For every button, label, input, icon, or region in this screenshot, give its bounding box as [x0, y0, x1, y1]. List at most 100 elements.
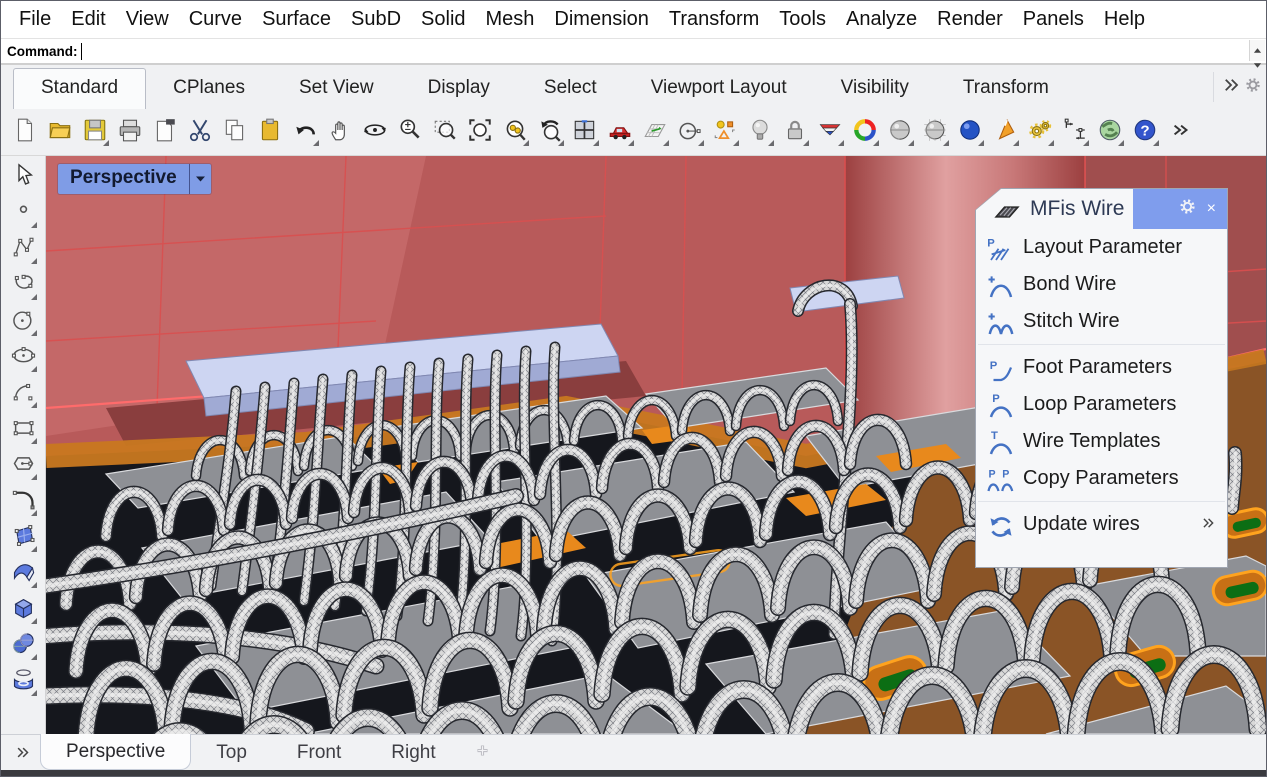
more-button[interactable]	[1166, 118, 1194, 146]
zoom-button[interactable]	[396, 118, 424, 146]
circle-radius-button[interactable]	[676, 118, 704, 146]
new-file-button[interactable]	[11, 118, 39, 146]
paste-button[interactable]	[256, 118, 284, 146]
menu-item-dimension[interactable]: Dimension	[544, 5, 658, 34]
sidebar-more-chevron-icon[interactable]	[13, 735, 40, 770]
zoom-extents-button[interactable]	[466, 118, 494, 146]
panel-close-icon[interactable]: ×	[1205, 199, 1218, 219]
panel-item-stitch-wire[interactable]: Stitch Wire	[976, 303, 1227, 340]
arc-tool-button[interactable]	[9, 380, 37, 408]
panel-item-update-wires[interactable]: Update wires	[976, 506, 1227, 543]
menu-item-render[interactable]: Render	[927, 5, 1013, 34]
lamp-button[interactable]	[746, 118, 774, 146]
view-undo-button[interactable]	[536, 118, 564, 146]
viewport-tab-perspective[interactable]: Perspective	[40, 734, 191, 770]
toolbar-tab-cplanes[interactable]: CPlanes	[146, 69, 272, 109]
undo-button[interactable]	[291, 118, 319, 146]
render-shaded-button[interactable]	[956, 118, 984, 146]
viewport-perspective[interactable]: Perspective MFis Wire ×	[46, 156, 1266, 734]
copy-button[interactable]	[221, 118, 249, 146]
select-tool-button[interactable]	[9, 164, 37, 192]
toolbar-tab-set-view[interactable]: Set View	[272, 69, 401, 109]
toolbar-tab-visibility[interactable]: Visibility	[814, 69, 936, 109]
circle-tool-button[interactable]	[9, 308, 37, 336]
earth-button[interactable]	[1096, 118, 1124, 146]
panel-item-loop-parameters[interactable]: P Loop Parameters	[976, 386, 1227, 423]
menu-item-tools[interactable]: Tools	[769, 5, 836, 34]
menu-item-solid[interactable]: Solid	[411, 5, 475, 34]
curve-interpolate-tool-button[interactable]	[9, 272, 37, 300]
menu-item-help[interactable]: Help	[1094, 5, 1155, 34]
render-grid-button[interactable]	[921, 118, 949, 146]
spotlight-button[interactable]	[991, 118, 1019, 146]
menu-item-curve[interactable]: Curve	[179, 5, 252, 34]
panel-item-foot-parameters[interactable]: P Foot Parameters	[976, 349, 1227, 386]
menu-item-panels[interactable]: Panels	[1013, 5, 1094, 34]
tab-overflow-chevron-icon[interactable]	[1222, 76, 1240, 99]
viewport-layout-button[interactable]	[571, 118, 599, 146]
help-button[interactable]: ?	[1131, 118, 1159, 146]
menu-item-view[interactable]: View	[116, 5, 179, 34]
viewport-tab-right[interactable]: Right	[366, 735, 460, 770]
menu-item-surface[interactable]: Surface	[252, 5, 341, 34]
point-tool-button[interactable]	[9, 200, 37, 228]
spin-down-icon[interactable]	[1253, 57, 1262, 72]
rectangle-tool-button[interactable]	[9, 416, 37, 444]
revolve-tool-button[interactable]	[9, 668, 37, 696]
fillet-tool-button[interactable]	[9, 488, 37, 516]
box-tool-button[interactable]	[9, 596, 37, 624]
named-view-button[interactable]	[606, 118, 634, 146]
surface-curve-tool-button[interactable]	[9, 560, 37, 588]
viewport-tab-front[interactable]: Front	[272, 735, 366, 770]
menu-item-file[interactable]: File	[9, 5, 61, 34]
color-wheel-button[interactable]	[851, 118, 879, 146]
panel-item-flyout-chevron-icon[interactable]	[1201, 513, 1215, 536]
panel-item-layout-parameter[interactable]: P Layout Parameter	[976, 229, 1227, 266]
panel-item-wire-templates[interactable]: T Wire Templates	[976, 423, 1227, 460]
cut-button[interactable]	[186, 118, 214, 146]
viewport-title-dropdown[interactable]	[189, 164, 211, 194]
sphere-tool-button[interactable]	[9, 632, 37, 660]
menu-item-transform[interactable]: Transform	[659, 5, 769, 34]
ellipse-tool-button[interactable]	[9, 344, 37, 372]
toolbar-tab-standard[interactable]: Standard	[13, 68, 146, 109]
surface-corner-tool-button[interactable]	[9, 524, 37, 552]
toolbar-tab-display[interactable]: Display	[401, 69, 517, 109]
zoom-window-button[interactable]	[431, 118, 459, 146]
gumball-button[interactable]	[711, 118, 739, 146]
mfis-wire-panel-header[interactable]: MFis Wire ×	[976, 189, 1227, 229]
open-file-button[interactable]	[46, 118, 74, 146]
layer-state-button[interactable]	[816, 118, 844, 146]
pan-button[interactable]	[326, 118, 354, 146]
viewport-title[interactable]: Perspective	[58, 164, 211, 194]
rotate-view-button[interactable]	[361, 118, 389, 146]
viewport-title-label[interactable]: Perspective	[58, 164, 189, 194]
command-history-spinner[interactable]	[1249, 40, 1265, 61]
tab-settings-gear-icon[interactable]	[1244, 76, 1262, 99]
curve-control-tool-button[interactable]	[9, 236, 37, 264]
menu-item-edit[interactable]: Edit	[61, 5, 115, 34]
spin-up-icon[interactable]	[1253, 42, 1262, 57]
options-button[interactable]	[1026, 118, 1054, 146]
menu-item-subd[interactable]: SubD	[341, 5, 411, 34]
toolbar-tab-viewport-layout[interactable]: Viewport Layout	[624, 69, 814, 109]
zoom-selected-button[interactable]	[501, 118, 529, 146]
render-sphere-button[interactable]	[886, 118, 914, 146]
panel-item-copy-parameters[interactable]: PP Copy Parameters	[976, 460, 1227, 497]
lock-button[interactable]	[781, 118, 809, 146]
panel-gear-icon[interactable]	[1178, 197, 1197, 221]
cplane-button[interactable]	[641, 118, 669, 146]
panel-item-bond-wire[interactable]: Bond Wire	[976, 266, 1227, 303]
command-bar[interactable]: Command:	[1, 38, 1266, 65]
polygon-tool-button[interactable]	[9, 452, 37, 480]
menu-item-analyze[interactable]: Analyze	[836, 5, 927, 34]
toolbar-tab-transform[interactable]: Transform	[936, 69, 1076, 109]
viewport-tab-top[interactable]: Top	[191, 735, 272, 770]
print-button[interactable]	[116, 118, 144, 146]
add-viewport-tab-button[interactable]	[461, 735, 504, 770]
toolbar-tab-select[interactable]: Select	[517, 69, 624, 109]
menu-item-mesh[interactable]: Mesh	[476, 5, 545, 34]
save-button[interactable]	[81, 118, 109, 146]
export-button[interactable]	[151, 118, 179, 146]
dimension-button[interactable]	[1061, 118, 1089, 146]
